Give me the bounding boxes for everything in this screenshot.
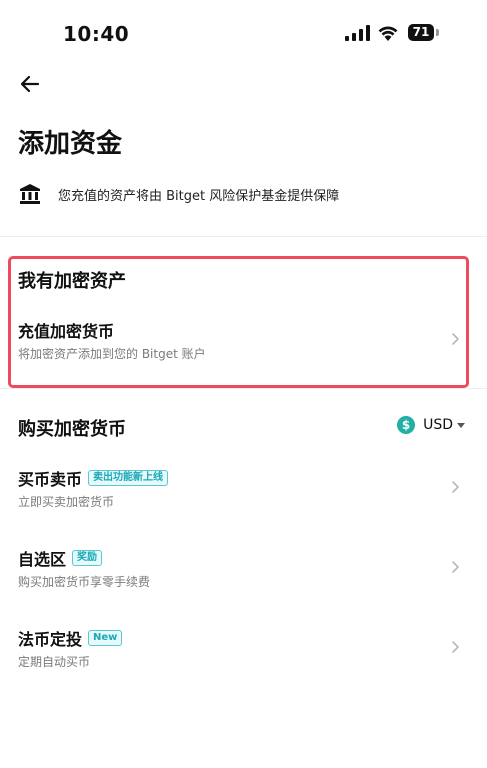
back-arrow-icon[interactable]	[18, 72, 42, 96]
watchlist-title: 自选区 奖励	[18, 546, 103, 570]
page-title: 添加资金	[18, 129, 123, 159]
deposit-crypto-subtitle: 将加密资产添加到您的 Bitget 账户	[18, 347, 206, 361]
chevron-right-icon	[452, 561, 459, 573]
bank-icon	[20, 184, 40, 204]
battery-level: 71	[408, 24, 434, 41]
dollar-coin-icon: $	[397, 416, 416, 434]
chevron-right-icon	[452, 481, 459, 493]
watchlist-item[interactable]: 自选区 奖励 购买加密货币享零手续费	[0, 546, 487, 598]
caret-down-icon	[457, 422, 465, 428]
recurring-buy-tag: New	[88, 630, 123, 646]
buy-sell-title: 买币卖币 卖出功能新上线	[18, 466, 169, 490]
deposit-crypto-title: 充值加密货币	[18, 318, 114, 342]
crypto-section-title: 我有加密资产	[18, 271, 126, 292]
recurring-buy-item[interactable]: 法币定投 New 定期自动买币	[0, 626, 487, 678]
wifi-icon	[378, 26, 398, 41]
buy-sell-label: 买币卖币	[18, 470, 83, 489]
recurring-buy-label: 法币定投	[18, 630, 83, 649]
deposit-crypto-label: 充值加密货币	[18, 322, 115, 341]
status-time: 10:40	[63, 22, 130, 46]
battery-cap	[436, 29, 439, 36]
buy-sell-tag: 卖出功能新上线	[88, 470, 169, 486]
watchlist-tag: 奖励	[72, 550, 103, 566]
chevron-right-icon	[452, 641, 459, 653]
buy-sell-subtitle: 立即买卖加密货币	[18, 495, 115, 509]
buy-section-title: 购买加密货币	[18, 419, 126, 440]
status-bar: 10:40 71	[0, 0, 487, 66]
notice-text: 您充值的资产将由 Bitget 风险保护基金提供保障	[58, 188, 340, 204]
divider	[0, 236, 487, 237]
chevron-right-icon	[452, 333, 459, 345]
deposit-crypto-item[interactable]: 充值加密货币 将加密资产添加到您的 Bitget 账户	[0, 318, 487, 370]
divider	[0, 388, 487, 389]
buy-sell-item[interactable]: 买币卖币 卖出功能新上线 立即买卖加密货币	[0, 466, 487, 518]
currency-selector[interactable]: $ USD	[397, 416, 465, 434]
protection-notice: 您充值的资产将由 Bitget 风险保护基金提供保障	[18, 180, 339, 208]
watchlist-label: 自选区	[18, 550, 67, 569]
cellular-signal-icon	[345, 25, 370, 41]
watchlist-subtitle: 购买加密货币享零手续费	[18, 575, 151, 589]
recurring-buy-title: 法币定投 New	[18, 626, 123, 650]
currency-label: USD	[423, 417, 453, 433]
recurring-buy-subtitle: 定期自动买币	[18, 655, 91, 669]
